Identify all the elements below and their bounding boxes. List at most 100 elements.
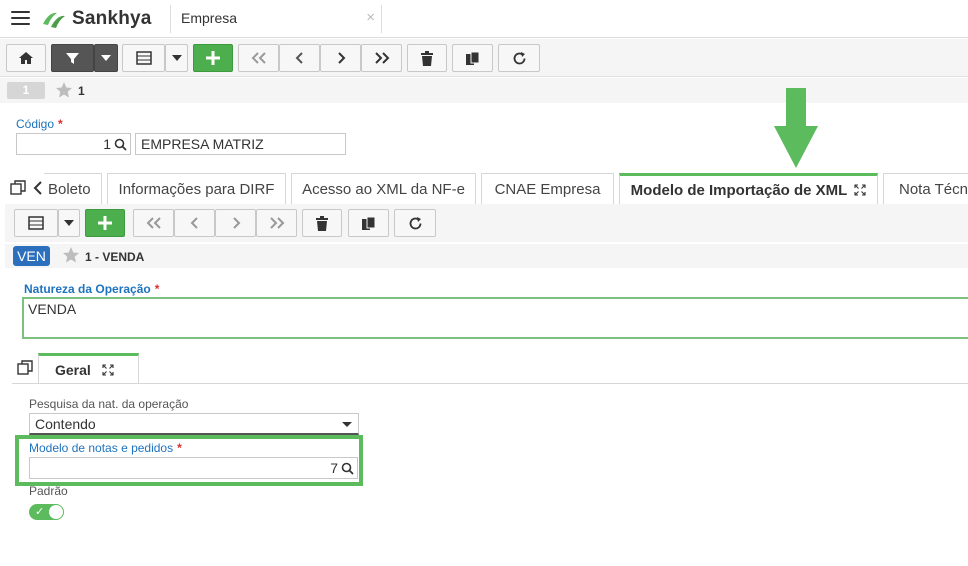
- main-tabs: Boleto Informações para DIRF Acesso ao X…: [0, 173, 968, 204]
- star-icon[interactable]: [55, 81, 73, 99]
- next-record-button[interactable]: [215, 209, 256, 237]
- star-icon[interactable]: [62, 246, 80, 264]
- add-button[interactable]: [193, 44, 233, 72]
- copy-icon: [466, 51, 480, 65]
- refresh-button[interactable]: [498, 44, 540, 72]
- grid-view-button[interactable]: [122, 44, 165, 72]
- plus-icon: [98, 216, 112, 230]
- double-chevron-left-icon: [251, 52, 266, 64]
- last-record-button[interactable]: [256, 209, 297, 237]
- tab-cnae-empresa[interactable]: CNAE Empresa: [481, 173, 614, 204]
- copy-icon[interactable]: [17, 360, 33, 376]
- chevron-right-icon: [232, 217, 240, 229]
- main-toolbar: [0, 39, 968, 77]
- plus-icon: [206, 51, 220, 65]
- double-chevron-right-icon: [374, 52, 389, 64]
- grid-dropdown-button[interactable]: [58, 209, 80, 237]
- first-record-button[interactable]: [238, 44, 279, 72]
- empresa-name-value: EMPRESA MATRIZ: [141, 136, 264, 152]
- brand-logo[interactable]: Sankhya: [40, 7, 152, 31]
- caret-down-icon: [171, 55, 182, 61]
- natureza-value: VENDA: [28, 301, 77, 317]
- duplicate-button[interactable]: [348, 209, 389, 237]
- tab-divider: [12, 383, 968, 384]
- chevron-right-icon: [337, 52, 345, 64]
- sankhya-logo-icon: [43, 12, 65, 28]
- natureza-field[interactable]: VENDA: [22, 297, 968, 339]
- menu-icon[interactable]: [11, 11, 30, 26]
- codigo-value: 1: [103, 136, 111, 152]
- refresh-icon: [513, 51, 525, 64]
- required-marker: *: [177, 441, 182, 455]
- next-record-button[interactable]: [320, 44, 361, 72]
- expand-icon[interactable]: [854, 184, 866, 196]
- copy-icon: [362, 216, 376, 230]
- trash-icon: [316, 215, 328, 231]
- previous-record-button[interactable]: [279, 44, 320, 72]
- previous-record-button[interactable]: [174, 209, 215, 237]
- check-icon: ✓: [35, 506, 45, 518]
- required-marker: *: [154, 282, 160, 296]
- tab-modelo-importacao-xml[interactable]: Modelo de Importação de XML: [619, 173, 878, 204]
- record-bar: 1 1: [0, 78, 968, 103]
- codigo-label: Código *: [16, 117, 63, 131]
- filter-button[interactable]: [51, 44, 94, 72]
- grid-icon: [135, 51, 152, 65]
- home-icon: [19, 52, 33, 64]
- operation-badge: VEN: [13, 246, 50, 266]
- top-bar: Sankhya Empresa ×: [0, 0, 968, 38]
- tab-boleto[interactable]: Boleto: [44, 173, 102, 204]
- filter-icon: [66, 52, 79, 64]
- detail-record-bar: VEN 1 - VENDA: [5, 244, 968, 268]
- tab-nota-tecnica[interactable]: Nota Técnica: [883, 173, 968, 204]
- natureza-label: Natureza da Operação *: [24, 282, 160, 296]
- grid-dropdown-button[interactable]: [165, 44, 188, 72]
- chevron-left-icon: [295, 52, 303, 64]
- pesquisa-select[interactable]: Contendo: [29, 413, 359, 435]
- filter-dropdown-button[interactable]: [94, 44, 118, 72]
- add-button[interactable]: [85, 209, 125, 237]
- refresh-icon: [409, 216, 421, 229]
- detail-record-label: 1 - VENDA: [85, 250, 145, 264]
- arrow-down-icon: [774, 88, 818, 168]
- delete-button[interactable]: [407, 44, 447, 72]
- modelo-label: Modelo de notas e pedidos *: [29, 441, 182, 455]
- double-chevron-left-icon: [146, 217, 161, 229]
- last-record-button[interactable]: [361, 44, 402, 72]
- search-icon[interactable]: [341, 462, 354, 475]
- grid-view-button[interactable]: [14, 209, 58, 237]
- caret-down-icon: [101, 55, 111, 61]
- delete-button[interactable]: [302, 209, 342, 237]
- modelo-field[interactable]: 7: [29, 457, 358, 479]
- codigo-field[interactable]: 1: [16, 133, 131, 155]
- duplicate-button[interactable]: [452, 44, 493, 72]
- refresh-button[interactable]: [394, 209, 436, 237]
- tab-acesso-xml[interactable]: Acesso ao XML da NF-e: [291, 173, 476, 204]
- record-label: 1: [78, 84, 85, 98]
- close-icon[interactable]: ×: [366, 9, 375, 26]
- double-chevron-right-icon: [269, 217, 284, 229]
- chevron-left-icon: [190, 217, 198, 229]
- home-button[interactable]: [6, 44, 46, 72]
- tab-geral[interactable]: Geral: [38, 353, 139, 384]
- toggle-knob: [49, 505, 63, 519]
- caret-down-icon: [64, 220, 74, 226]
- required-marker: *: [58, 117, 63, 131]
- copy-icon[interactable]: [10, 180, 26, 196]
- expand-icon[interactable]: [102, 364, 114, 376]
- window-tab-empresa[interactable]: Empresa ×: [170, 5, 382, 33]
- search-icon[interactable]: [114, 138, 127, 151]
- first-record-button[interactable]: [133, 209, 174, 237]
- tab-informacoes-dirf[interactable]: Informações para DIRF: [107, 173, 286, 204]
- empresa-name-field[interactable]: EMPRESA MATRIZ: [135, 133, 346, 155]
- detail-toolbar: [5, 204, 968, 242]
- record-count-badge: 1: [7, 82, 45, 99]
- window-tab-label: Empresa: [181, 10, 238, 26]
- caret-down-icon: [342, 422, 352, 427]
- padrao-toggle[interactable]: ✓: [29, 504, 64, 520]
- chevron-left-icon[interactable]: [33, 181, 43, 195]
- pesquisa-label: Pesquisa da nat. da operação: [29, 397, 189, 411]
- brand-name: Sankhya: [72, 8, 152, 29]
- trash-icon: [421, 50, 433, 66]
- grid-icon: [28, 216, 44, 230]
